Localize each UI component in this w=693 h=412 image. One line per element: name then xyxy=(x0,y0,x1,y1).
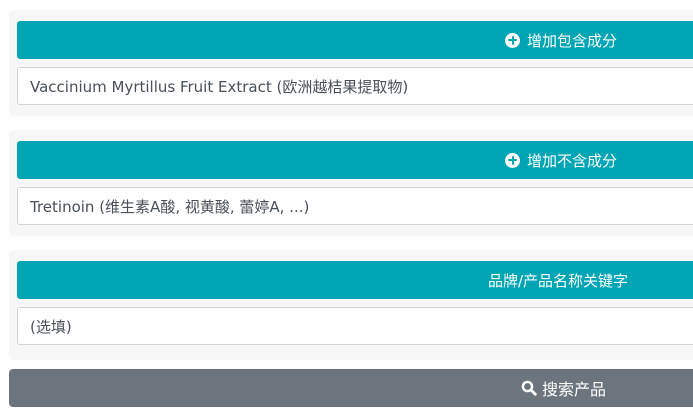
keyword-header-label: 品牌/产品名称关键字 xyxy=(488,271,629,290)
keyword-input[interactable]: (选填) xyxy=(17,307,693,345)
plus-circle-icon xyxy=(505,152,520,168)
search-icon xyxy=(521,380,537,396)
included-ingredient-input[interactable]: Vaccinium Myrtillus Fruit Extract (欧洲越桔果… xyxy=(17,67,693,105)
add-included-ingredient-button[interactable]: 增加包含成分 xyxy=(17,21,693,59)
search-products-label: 搜索产品 xyxy=(542,380,607,399)
add-included-ingredient-label: 增加包含成分 xyxy=(527,31,618,50)
search-form: 增加包含成分 Vaccinium Myrtillus Fruit Extract… xyxy=(0,0,693,412)
search-products-button[interactable]: 搜索产品 xyxy=(9,369,693,407)
excluded-ingredient-value: Tretinoin (维生素A酸, 视黄酸, 蕾婷A, ...) xyxy=(30,197,310,216)
excluded-ingredient-input[interactable]: Tretinoin (维生素A酸, 视黄酸, 蕾婷A, ...) xyxy=(17,187,693,225)
included-ingredient-value: Vaccinium Myrtillus Fruit Extract (欧洲越桔果… xyxy=(30,77,409,96)
keyword-header: 品牌/产品名称关键字 xyxy=(17,261,693,299)
plus-circle-icon xyxy=(505,32,520,48)
add-excluded-ingredient-label: 增加不含成分 xyxy=(527,151,618,170)
keyword-input-placeholder: (选填) xyxy=(30,317,72,336)
add-excluded-ingredient-button[interactable]: 增加不含成分 xyxy=(17,141,693,179)
